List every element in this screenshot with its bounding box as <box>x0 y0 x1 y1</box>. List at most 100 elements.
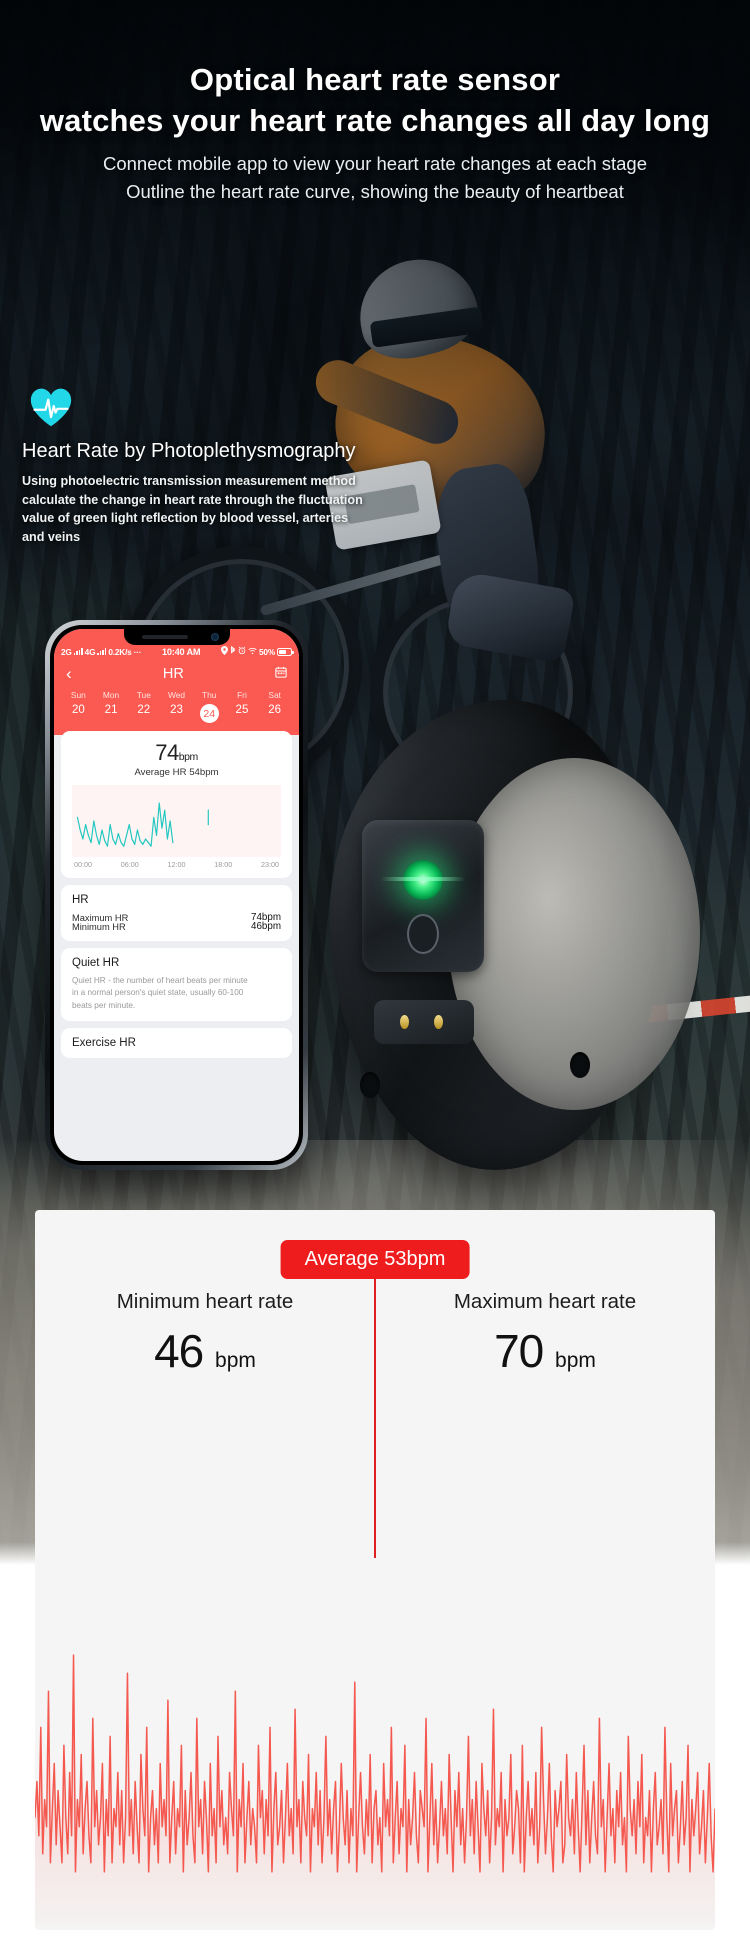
minimum-hr-unit: bpm <box>215 1349 256 1372</box>
current-bpm-value: 74 <box>155 740 179 765</box>
alarm-clock-icon <box>238 646 246 657</box>
hr-mini-chart-svg <box>76 802 209 847</box>
signal-bars-icon-1 <box>73 648 83 655</box>
date-label-25: 25 <box>235 704 249 716</box>
date-label-26: 26 <box>268 704 282 716</box>
status-bar-right: 50% <box>221 645 294 657</box>
quiet-hr-title: Quiet HR <box>72 957 120 969</box>
ppg-description-line-3: value of green light reflection by blood… <box>22 511 349 544</box>
smart-watch-product-image <box>330 700 720 1170</box>
date-cell-21[interactable]: 21 <box>95 704 128 723</box>
page-title: HR <box>162 665 184 682</box>
minimum-hr-label: Minimum HR <box>72 921 126 932</box>
date-cell-26[interactable]: 26 <box>258 704 291 723</box>
watch-sensor-plate <box>362 820 484 972</box>
hr-detail-card-title: HR <box>72 894 89 906</box>
weekday-header-row: Sun Mon Tue Wed Thu Fri Sat <box>54 690 299 700</box>
axis-tick-1800: 18:00 <box>214 860 233 869</box>
network-2-label: 4G <box>84 646 96 657</box>
date-label-20: 20 <box>71 704 85 716</box>
network-1-label: 2G <box>61 646 72 657</box>
axis-tick-1200: 12:00 <box>167 860 186 869</box>
quiet-hr-card[interactable]: Quiet HR Quiet HR - the number of heart … <box>61 948 292 1021</box>
charging-contacts-icon <box>374 1000 474 1044</box>
hr-mini-chart[interactable] <box>72 785 281 857</box>
date-cell-23[interactable]: 23 <box>160 704 193 723</box>
ppg-description: Using photoelectric transmission measure… <box>22 472 372 547</box>
quiet-hr-desc-line-2: in a normal person's quiet state, usuall… <box>72 988 244 998</box>
signal-bars-icon-2 <box>97 648 107 655</box>
minimum-hr-number: 46 <box>154 1325 204 1377</box>
weekday-thu: Thu <box>202 690 217 700</box>
quiet-hr-description: Quiet HR - the number of heart beats per… <box>72 975 281 1012</box>
exercise-hr-card[interactable]: Exercise HR <box>61 1027 292 1058</box>
hr-waveform-chart <box>34 1600 716 1930</box>
status-bar-left: 2G 4G 0.2K/s ··· <box>61 647 141 657</box>
ppg-heading: Heart Rate by Photoplethysmography <box>22 440 356 462</box>
hr-waveform-svg <box>34 1654 716 1926</box>
calendar-icon[interactable] <box>275 666 287 681</box>
date-cell-20[interactable]: 20 <box>62 704 95 723</box>
date-label-23: 23 <box>170 704 183 716</box>
ppg-description-line-1: Using photoelectric transmission measure… <box>22 474 356 488</box>
wifi-icon <box>248 647 257 657</box>
weekday-wed: Wed <box>167 690 186 700</box>
axis-tick-2300: 23:00 <box>261 860 279 869</box>
hr-mini-chart-axis: 00:00 06:00 12:00 18:00 23:00 <box>72 857 281 869</box>
heart-pulse-icon <box>29 385 73 429</box>
hr-detail-card[interactable]: HR Maximum HR 74bpm Minimum HR 46bpm <box>61 885 292 941</box>
hero-title-line-2: watches your heart rate changes all day … <box>39 102 711 138</box>
axis-tick-0000: 00:00 <box>74 860 92 869</box>
date-label-22: 22 <box>137 704 151 716</box>
back-button[interactable]: ‹ <box>66 665 72 682</box>
exercise-hr-title: Exercise HR <box>72 1036 136 1049</box>
location-pin-icon <box>221 646 228 657</box>
weekday-fri: Fri <box>237 690 247 700</box>
date-cell-24-selected[interactable]: 24 <box>193 704 226 723</box>
minimum-hr-big-value: 46 bpm <box>35 1324 375 1378</box>
status-bar-clock: 10:40 AM <box>161 646 201 657</box>
hero-subtitle-line-1: Connect mobile app to view your heart ra… <box>102 153 648 174</box>
minimum-hr-column: Minimum heart rate 46 bpm <box>35 1290 375 1378</box>
maximum-hr-caption: Maximum heart rate <box>453 1290 637 1313</box>
weekday-tue: Tue <box>136 690 151 700</box>
app-content: 74bpm Average HR 54bpm 00:00 06:00 12:00… <box>54 731 299 1058</box>
date-cell-22[interactable]: 22 <box>127 704 160 723</box>
bluetooth-icon <box>230 645 236 657</box>
maximum-hr-big-value: 70 bpm <box>375 1324 715 1378</box>
current-bpm-unit: bpm <box>178 751 198 763</box>
phone-screen: 2G 4G 0.2K/s ··· 10:40 AM 50% ‹ HR Sun M… <box>54 629 299 1161</box>
watch-band-hole-1 <box>360 1072 380 1098</box>
app-navbar: ‹ HR <box>54 659 299 690</box>
minimum-hr-row: Minimum HR 46bpm <box>72 921 281 932</box>
charging-contact-pin-2 <box>434 1015 443 1029</box>
maximum-hr-unit: bpm <box>555 1349 596 1372</box>
battery-percent-label: 50% <box>258 646 275 657</box>
minimum-hr-value: 46bpm <box>251 921 281 932</box>
average-hr-line: Average HR 54bpm <box>134 767 219 778</box>
ppg-description-line-2: calculate the change in heart rate throu… <box>22 492 363 507</box>
green-led-sensor-icon <box>381 860 465 900</box>
axis-tick-0600: 06:00 <box>120 860 139 869</box>
overflow-dots-icon: ··· <box>133 646 142 657</box>
phone-mockup: 2G 4G 0.2K/s ··· 10:40 AM 50% ‹ HR Sun M… <box>45 620 308 1170</box>
hero-title: Optical heart rate sensor watches your h… <box>0 60 750 142</box>
phone-notch <box>123 629 230 645</box>
maximum-hr-number: 70 <box>494 1325 544 1377</box>
average-marker-line <box>374 1278 376 1558</box>
charging-contact-pin-1 <box>400 1015 409 1029</box>
status-bar: 2G 4G 0.2K/s ··· 10:40 AM 50% <box>54 645 299 659</box>
average-badge: Average 53bpm <box>280 1240 470 1279</box>
maximum-hr-column: Maximum heart rate 70 bpm <box>375 1290 715 1378</box>
minimum-hr-caption: Minimum heart rate <box>116 1290 294 1313</box>
date-label-21: 21 <box>104 704 118 716</box>
battery-icon <box>277 647 294 656</box>
phone-bezel: 2G 4G 0.2K/s ··· 10:40 AM 50% ‹ HR Sun M… <box>50 625 303 1165</box>
quiet-hr-desc-line-3: beats per minute. <box>72 1000 136 1010</box>
hero-title-line-1: Optical heart rate sensor <box>189 62 561 97</box>
photodiode-icon <box>407 914 439 954</box>
earpiece-speaker-icon <box>141 635 188 639</box>
hr-summary-card: 74bpm Average HR 54bpm 00:00 06:00 12:00… <box>61 731 292 878</box>
front-camera-icon <box>210 633 219 641</box>
date-cell-25[interactable]: 25 <box>226 704 259 723</box>
